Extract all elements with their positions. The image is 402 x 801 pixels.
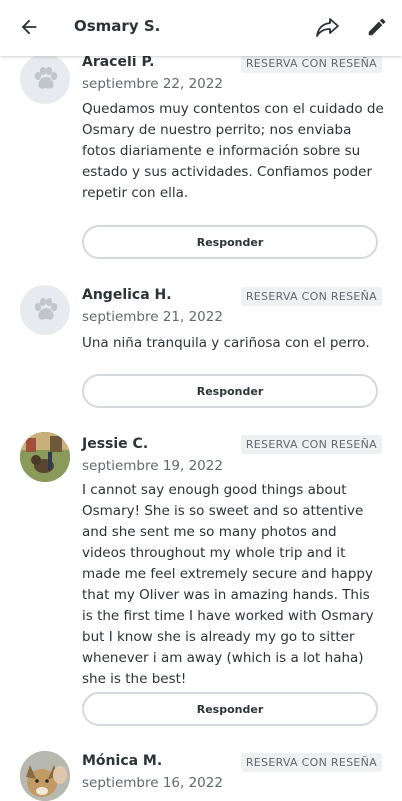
review-date: septiembre 16, 2022 [82, 775, 223, 791]
avatar-placeholder [20, 54, 70, 104]
review-date: septiembre 21, 2022 [82, 309, 223, 325]
pencil-icon [368, 18, 386, 36]
reviews-feed[interactable]: Araceli P. RESERVA CON RESEÑA septiembre… [0, 0, 402, 801]
share-icon [316, 18, 339, 37]
arrow-left-icon [21, 19, 37, 35]
review-text: Quedamos muy contentos con el cuidado de… [82, 101, 384, 201]
edit-button[interactable] [362, 12, 392, 42]
top-app-bar: Osmary S. [0, 0, 402, 56]
booking-review-badge: RESERVA CON RESEÑA [240, 287, 382, 306]
booking-review-badge: RESERVA CON RESEÑA [240, 753, 382, 772]
reply-button[interactable]: Responder [82, 374, 378, 408]
back-button[interactable] [14, 12, 44, 42]
avatar-placeholder [20, 285, 70, 335]
paw-icon [34, 298, 58, 320]
dog-photo-thumbnail [20, 751, 70, 801]
share-button[interactable] [312, 12, 344, 42]
reviewer-name: Mónica M. [82, 753, 163, 769]
reviewer-name: Jessie C. [82, 436, 149, 452]
page-title: Osmary S. [74, 17, 161, 35]
reviewer-name: Angelica H. [82, 287, 172, 303]
dog-photo-thumbnail [20, 432, 70, 482]
review-text: I cannot say enough good things about Os… [82, 482, 374, 687]
reply-button[interactable]: Responder [82, 692, 378, 726]
booking-review-badge: RESERVA CON RESEÑA [240, 54, 382, 73]
reply-button[interactable]: Responder [82, 225, 378, 259]
avatar-photo [20, 432, 70, 482]
paw-icon [34, 67, 58, 89]
booking-review-badge: RESERVA CON RESEÑA [240, 435, 382, 454]
reviewer-name: Araceli P. [82, 54, 155, 70]
review-text: Una niña tranquila y cariñosa con el per… [82, 335, 370, 351]
review-date: septiembre 19, 2022 [82, 458, 223, 474]
avatar-photo [20, 751, 70, 801]
review-date: septiembre 22, 2022 [82, 76, 223, 92]
